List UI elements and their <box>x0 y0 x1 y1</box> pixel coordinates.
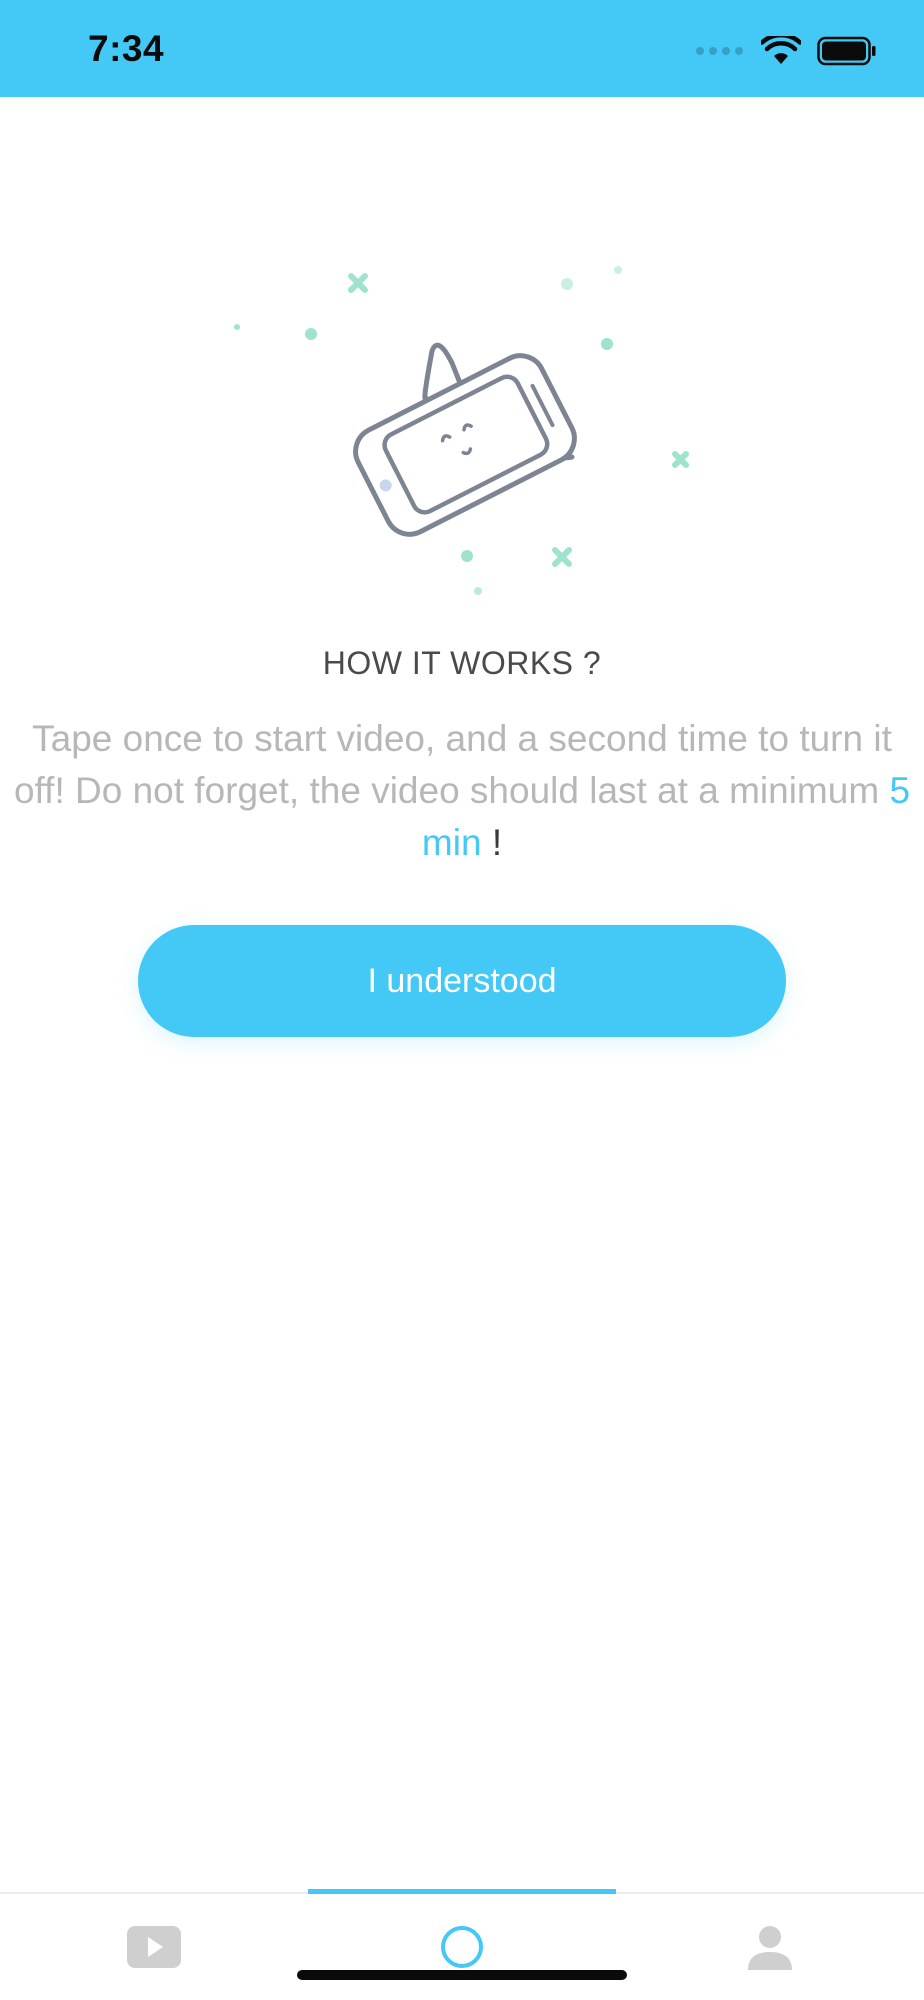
battery-icon <box>817 36 876 66</box>
cellular-signal-icon <box>696 47 743 55</box>
instructions-end: ! <box>491 822 503 863</box>
instructions-text: Tape once to start video, and a second t… <box>8 713 916 869</box>
understood-button[interactable]: I understood <box>138 925 786 1037</box>
record-circle-icon <box>441 1926 483 1968</box>
play-video-icon <box>127 1926 181 1968</box>
status-time: 7:34 <box>88 28 165 69</box>
tilted-phone-illustration <box>234 266 689 595</box>
home-indicator <box>297 1970 627 1980</box>
tab-videos[interactable] <box>0 1894 308 2000</box>
how-it-works-screen: 7:34 HOW IT WORKS ? Tape once to start v… <box>0 0 924 2000</box>
instructions-main: Tape once to start video, and a second t… <box>13 718 892 811</box>
tab-record[interactable] <box>308 1894 616 2000</box>
how-it-works-title: HOW IT WORKS ? <box>322 645 602 681</box>
profile-icon <box>748 1926 792 1970</box>
tab-bar <box>0 1889 924 2000</box>
status-bar: 7:34 <box>0 0 924 97</box>
status-icons <box>696 34 877 68</box>
wifi-icon <box>761 36 801 64</box>
tab-profile[interactable] <box>616 1894 924 2000</box>
